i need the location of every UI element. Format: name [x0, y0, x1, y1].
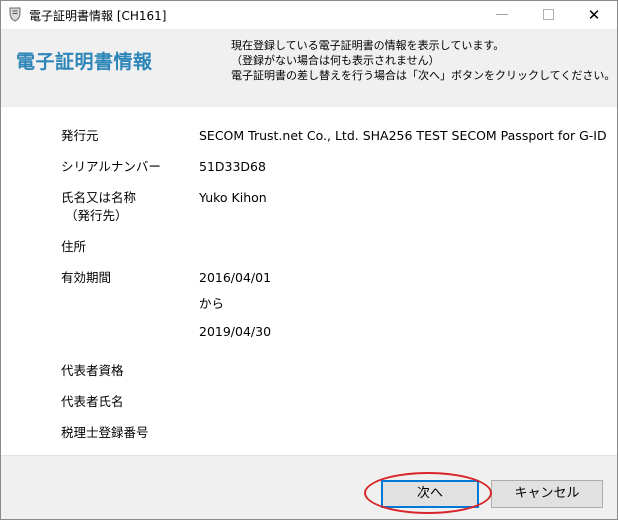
- rep-name-label: 代表者氏名: [61, 394, 124, 409]
- name-label: 氏名又は名称: [61, 190, 137, 205]
- tax-accountant-no-label: 税理士登録番号: [61, 425, 149, 440]
- next-button[interactable]: 次へ: [381, 480, 479, 508]
- title-bar[interactable]: 電子証明書情報 [CH161] — ✕: [1, 1, 617, 29]
- header-desc-line: 電子証明書の差し替えを行う場合は「次へ」ボタンをクリックしてください。: [231, 69, 616, 82]
- certificate-app-icon: [9, 7, 21, 22]
- certificate-details: 発行元 SECOM Trust.net Co., Ltd. SHA256 TES…: [1, 107, 617, 455]
- page-title: 電子証明書情報: [16, 51, 153, 73]
- button-bar: 次へ キャンセル: [1, 455, 617, 519]
- rep-qualification-label: 代表者資格: [61, 363, 124, 378]
- issuer-value: SECOM Trust.net Co., Ltd. SHA256 TEST SE…: [199, 128, 607, 143]
- maximize-button[interactable]: [525, 1, 571, 29]
- issuer-label: 発行元: [61, 128, 99, 143]
- validity-from: 2016/04/01: [199, 270, 272, 285]
- address-label: 住所: [61, 239, 87, 254]
- name-sublabel: （発行先）: [65, 208, 128, 223]
- validity-separator: から: [199, 296, 225, 311]
- validity-label: 有効期間: [61, 270, 112, 285]
- window-title: 電子証明書情報 [CH161]: [29, 9, 167, 23]
- close-button[interactable]: ✕: [571, 1, 617, 29]
- minimize-button[interactable]: —: [479, 1, 525, 29]
- header-panel: 電子証明書情報 現在登録している電子証明書の情報を表示しています。 （登録がない…: [1, 29, 617, 107]
- header-desc-line: 現在登録している電子証明書の情報を表示しています。: [231, 39, 505, 52]
- certificate-info-window: 電子証明書情報 [CH161] — ✕ 電子証明書情報 現在登録している電子証明…: [0, 0, 618, 520]
- serial-label: シリアルナンバー: [61, 159, 161, 174]
- name-value: Yuko Kihon: [199, 190, 267, 205]
- maximize-icon: [542, 9, 554, 20]
- cancel-button[interactable]: キャンセル: [491, 480, 603, 508]
- validity-to: 2019/04/30: [199, 324, 272, 339]
- serial-value: 51D33D68: [199, 159, 266, 174]
- header-description: 現在登録している電子証明書の情報を表示しています。 （登録がない場合は何も表示さ…: [231, 38, 615, 83]
- header-desc-line: （登録がない場合は何も表示されません）: [231, 54, 440, 67]
